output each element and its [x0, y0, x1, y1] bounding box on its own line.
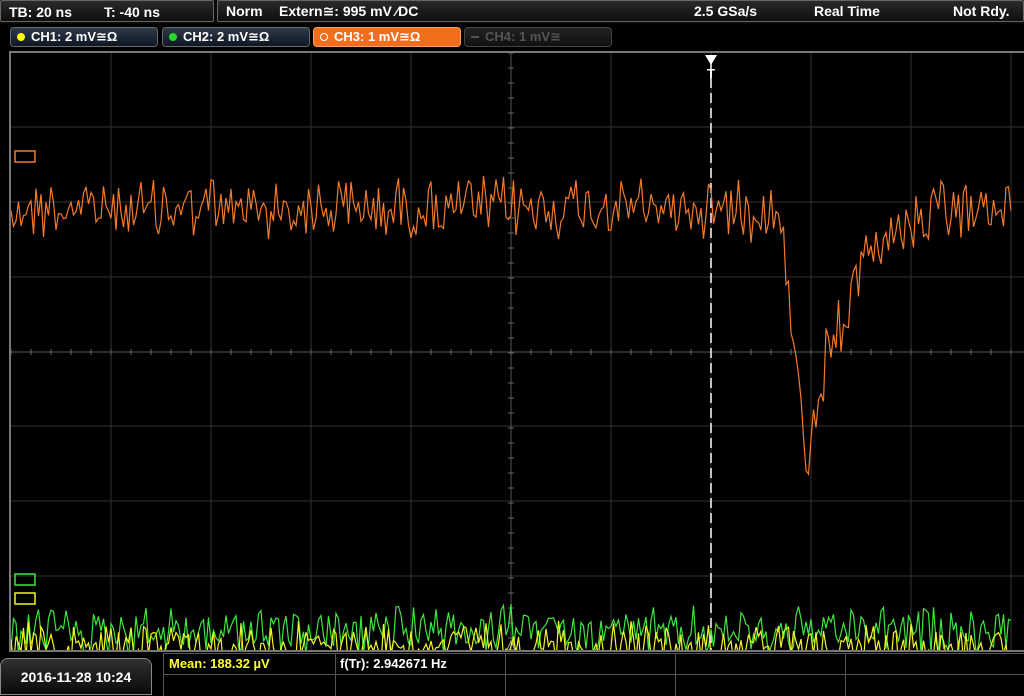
frequency-measurement[interactable]: f(Tr): 2.942671 Hz — [340, 656, 447, 671]
channel-tab-ch2[interactable]: CH2: 2 mV≅Ω — [162, 27, 310, 47]
timebase-readout[interactable]: TB: 20 ns — [0, 0, 110, 22]
trigger-source: Extern≅: 995 mV ⁄DC — [279, 3, 419, 19]
ch3-indicator-icon — [320, 33, 328, 41]
acquisition-mode: Real Time — [814, 3, 880, 19]
channel-tab-ch1[interactable]: CH1: 2 mV≅Ω — [10, 27, 158, 47]
mean-measurement[interactable]: Mean: 188.32 µV — [169, 656, 270, 671]
ch2-indicator-icon — [169, 33, 177, 41]
waveform-display[interactable]: T — [9, 51, 1024, 652]
status-bar: TB: 20 ns T: -40 ns Norm Extern≅: 995 mV… — [0, 0, 1024, 24]
trigger-mode: Norm — [226, 3, 263, 19]
measurement-panel[interactable]: Mean: 188.32 µV f(Tr): 2.942671 Hz — [163, 653, 1024, 696]
trigger-status: Not Rdy. — [953, 3, 1010, 19]
channel-tab-label: CH2: 2 mV≅Ω — [183, 29, 270, 44]
sample-rate: 2.5 GSa/s — [694, 3, 758, 19]
channel-tab-label: CH3: 1 mV≅Ω — [334, 29, 421, 44]
ch4-indicator-icon — [471, 36, 479, 38]
ch1-indicator-icon — [17, 33, 25, 41]
waveform-plot: T — [11, 53, 1024, 650]
ch1-offset-marker-icon[interactable] — [14, 592, 36, 605]
trigger-time-readout[interactable]: T: -40 ns — [96, 0, 214, 22]
channel-tab-label: CH4: 1 mV≅ — [485, 29, 561, 44]
date-time-display: 2016-11-28 10:24 — [0, 658, 152, 695]
ch3-offset-marker-icon[interactable] — [14, 150, 36, 163]
channel-tab-label: CH1: 2 mV≅Ω — [31, 29, 118, 44]
graticule — [11, 53, 1024, 650]
channel-tab-ch4[interactable]: CH4: 1 mV≅ — [464, 27, 612, 47]
trigger-marker-label: T — [707, 66, 715, 81]
channel-tab-ch3[interactable]: CH3: 1 mV≅Ω — [313, 27, 461, 47]
